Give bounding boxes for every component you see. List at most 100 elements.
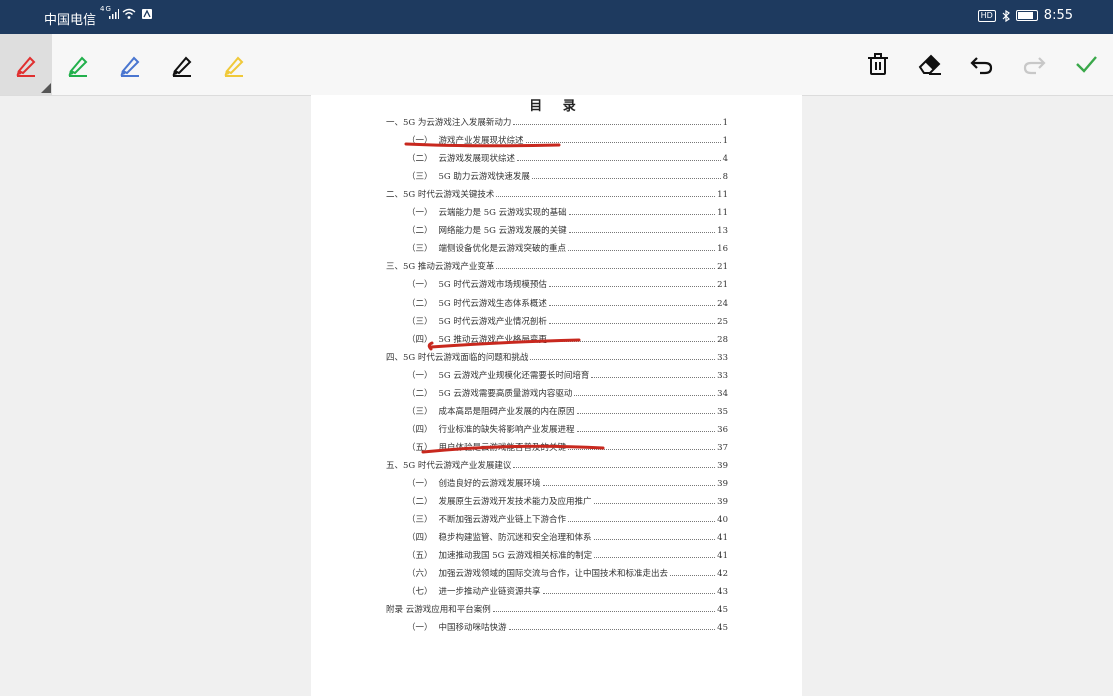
toc-entry-number: （四） (407, 334, 433, 345)
toc-entry-text: 加强云游戏领域的国际交流与合作，让中国技术和标准走出去 (438, 569, 669, 580)
toc-entry-page: 45 (717, 605, 728, 616)
toc-leader-dots (591, 376, 716, 378)
toc-entry[interactable]: （四） 行业标准的缺失将影响产业发展进程 36 (407, 421, 728, 435)
toc-entry[interactable]: （一） 5G 云游戏产业规模化还需要长时间培育 33 (407, 367, 728, 381)
toc-entry[interactable]: （二） 网络能力是 5G 云游戏发展的关键 13 (407, 222, 728, 236)
toc-entry[interactable]: （五） 用户体验是云游戏能否普及的关键 37 (407, 439, 728, 453)
bluetooth-icon (1002, 9, 1010, 22)
toc-leader-dots (508, 629, 716, 631)
toc-leader-dots (593, 539, 716, 541)
toc-leader-dots (576, 412, 716, 414)
toc-entry-number: （七） (407, 587, 433, 598)
toc-entry[interactable]: （一） 中国移动咪咕快游 45 (407, 619, 728, 633)
toc-entry-number: （三） (407, 172, 433, 183)
toc-leader-dots (670, 575, 716, 577)
pen-black-button[interactable] (156, 34, 208, 95)
toc-entry[interactable]: （二） 云游戏发展现状综述 4 (407, 150, 728, 164)
toc-entry-page: 25 (717, 316, 728, 327)
toc-leader-dots (525, 142, 721, 144)
carrier-label: 中国电信 (44, 13, 97, 28)
toc-entry[interactable]: 二、5G 时代云游戏关键技术 11 (386, 186, 728, 200)
toc-entry[interactable]: 三、5G 推动云游戏产业变革 21 (386, 258, 728, 272)
toc-leader-dots (517, 160, 721, 162)
toc-entry[interactable]: （三） 5G 时代云游戏产业情况剖析 25 (407, 313, 728, 327)
toc-entry[interactable]: （四） 5G 推动云游戏产业格局变更 28 (407, 331, 728, 345)
wifi-icon (122, 8, 136, 19)
pen-red-button[interactable] (0, 34, 52, 95)
pen-red-icon (16, 56, 36, 77)
pen-yellow-icon (224, 56, 244, 77)
toc-entry-page: 35 (717, 406, 728, 417)
toc-entry-number: （一） (407, 280, 433, 291)
toc-entry[interactable]: （二） 5G 云游戏需要高质量游戏内容驱动 34 (407, 385, 728, 399)
toc-entry-number: （一） (407, 136, 433, 147)
toc-entry[interactable]: （四） 稳步构建监管、防沉迷和安全治理和体系 41 (407, 529, 728, 543)
toc-entry[interactable]: 五、5G 时代云游戏产业发展建议 39 (386, 457, 728, 471)
toc-entry[interactable]: 一、5G 为云游戏注入发展新动力 1 (386, 114, 728, 128)
toc-entry-number: （一） (407, 479, 433, 489)
toc-entry-number: （三） (407, 316, 433, 327)
toc-entry[interactable]: （三） 成本高昂是阻碍产业发展的内在原因 35 (407, 403, 728, 417)
toc-leader-dots (568, 232, 716, 234)
redo-button[interactable] (1018, 48, 1050, 80)
toc-entry-text: 四、5G 时代云游戏面临的问题和挑战 (386, 352, 529, 363)
document-page[interactable]: 目 录 一、5G 为云游戏注入发展新动力 1 （一） 游戏产业发展现状综述 1 （二） 云游… (311, 95, 802, 696)
toc-entry-text: 五、5G 时代云游戏产业发展建议 (386, 460, 512, 471)
toc-entry-page: 45 (717, 623, 728, 634)
toc-entry-page: 42 (717, 569, 728, 580)
pen-green-icon (68, 56, 88, 77)
toc-entry-number: （一） (407, 370, 433, 381)
toc-entry[interactable]: （五） 加速推动我国 5G 云游戏相关标准的制定 41 (407, 547, 728, 561)
toc-entry-number: （五） (407, 551, 433, 562)
toc-entry-number: （五） (407, 442, 433, 453)
toc-entry[interactable]: （一） 创造良好的云游戏发展环境 39 (407, 475, 728, 489)
toc-leader-dots (492, 611, 716, 613)
toc-entry[interactable]: （二） 5G 时代云游戏生态体系概述 24 (407, 295, 728, 309)
toc-entry-page: 21 (717, 280, 728, 291)
toc-entry-page: 34 (717, 388, 728, 399)
toc-leader-dots (496, 196, 716, 198)
toc-entry[interactable]: 四、5G 时代云游戏面临的问题和挑战 33 (386, 349, 728, 363)
toc-entry[interactable]: （一） 5G 时代云游戏市场规模预估 21 (407, 276, 728, 290)
toc-entry[interactable]: （三） 端侧设备优化是云游戏突破的重点 16 (407, 240, 728, 254)
toc-entry-number: （四） (407, 533, 433, 544)
toc-entry-text: 不断加强云游戏产业链上下游合作 (438, 515, 567, 526)
toc-entry[interactable]: （三） 不断加强云游戏产业链上下游合作 40 (407, 511, 728, 525)
delete-button[interactable] (862, 48, 894, 80)
toc-entry[interactable]: （二） 发展原生云游戏开发技术能力及应用推广 39 (407, 493, 728, 507)
toc-entry-text: 5G 云游戏需要高质量游戏内容驱动 (438, 388, 573, 399)
toc-entry-page: 4 (722, 154, 728, 165)
toc-entry-number: （二） (407, 497, 433, 508)
delete-icon (868, 53, 888, 75)
toc-entry-number: （一） (407, 208, 433, 219)
pen-yellow-button[interactable] (208, 34, 260, 95)
toc-entry[interactable]: （三） 5G 助力云游戏快速发展 8 (407, 168, 728, 182)
toc-entry-text: 三、5G 推动云游戏产业变革 (386, 262, 495, 273)
confirm-button[interactable] (1070, 48, 1102, 80)
toc-entry-page: 37 (717, 442, 728, 453)
toc-entry-text: 进一步推动产业链资源共享 (438, 587, 541, 598)
eraser-button[interactable] (914, 48, 946, 80)
toc-entry[interactable]: 附录 云游戏应用和平台案例 45 (386, 601, 728, 615)
status-bar: 中国电信 4G HD 8:55 (0, 0, 1113, 34)
toc-leader-dots (574, 394, 716, 396)
confirm-icon (1076, 56, 1097, 73)
toc-entry-number: （二） (407, 388, 433, 399)
toc-leader-dots (568, 250, 716, 252)
toc-entry-text: 5G 推动云游戏产业格局变更 (438, 334, 547, 345)
toc-leader-dots (548, 340, 716, 342)
toc-entry-number: （三） (407, 515, 433, 526)
toc-entry-text: 5G 云游戏产业规模化还需要长时间培育 (438, 370, 590, 381)
toc-entry[interactable]: （一） 云端能力是 5G 云游戏实现的基础 11 (407, 204, 728, 218)
toc-entry[interactable]: （六） 加强云游戏领域的国际交流与合作，让中国技术和标准走出去 42 (407, 565, 728, 579)
battery-icon (1015, 10, 1038, 21)
undo-button[interactable] (966, 48, 998, 80)
toc-entry-text: 创造良好的云游戏发展环境 (438, 479, 541, 489)
toc-entry[interactable]: （一） 游戏产业发展现状综述 1 (407, 132, 728, 146)
toc-entry[interactable]: （七） 进一步推动产业链资源共享 43 (407, 583, 728, 597)
pen-blue-icon (120, 56, 140, 77)
toc-entry-page: 33 (717, 352, 728, 363)
toc-entry-page: 24 (717, 298, 728, 309)
pen-blue-button[interactable] (104, 34, 156, 95)
pen-green-button[interactable] (52, 34, 104, 95)
